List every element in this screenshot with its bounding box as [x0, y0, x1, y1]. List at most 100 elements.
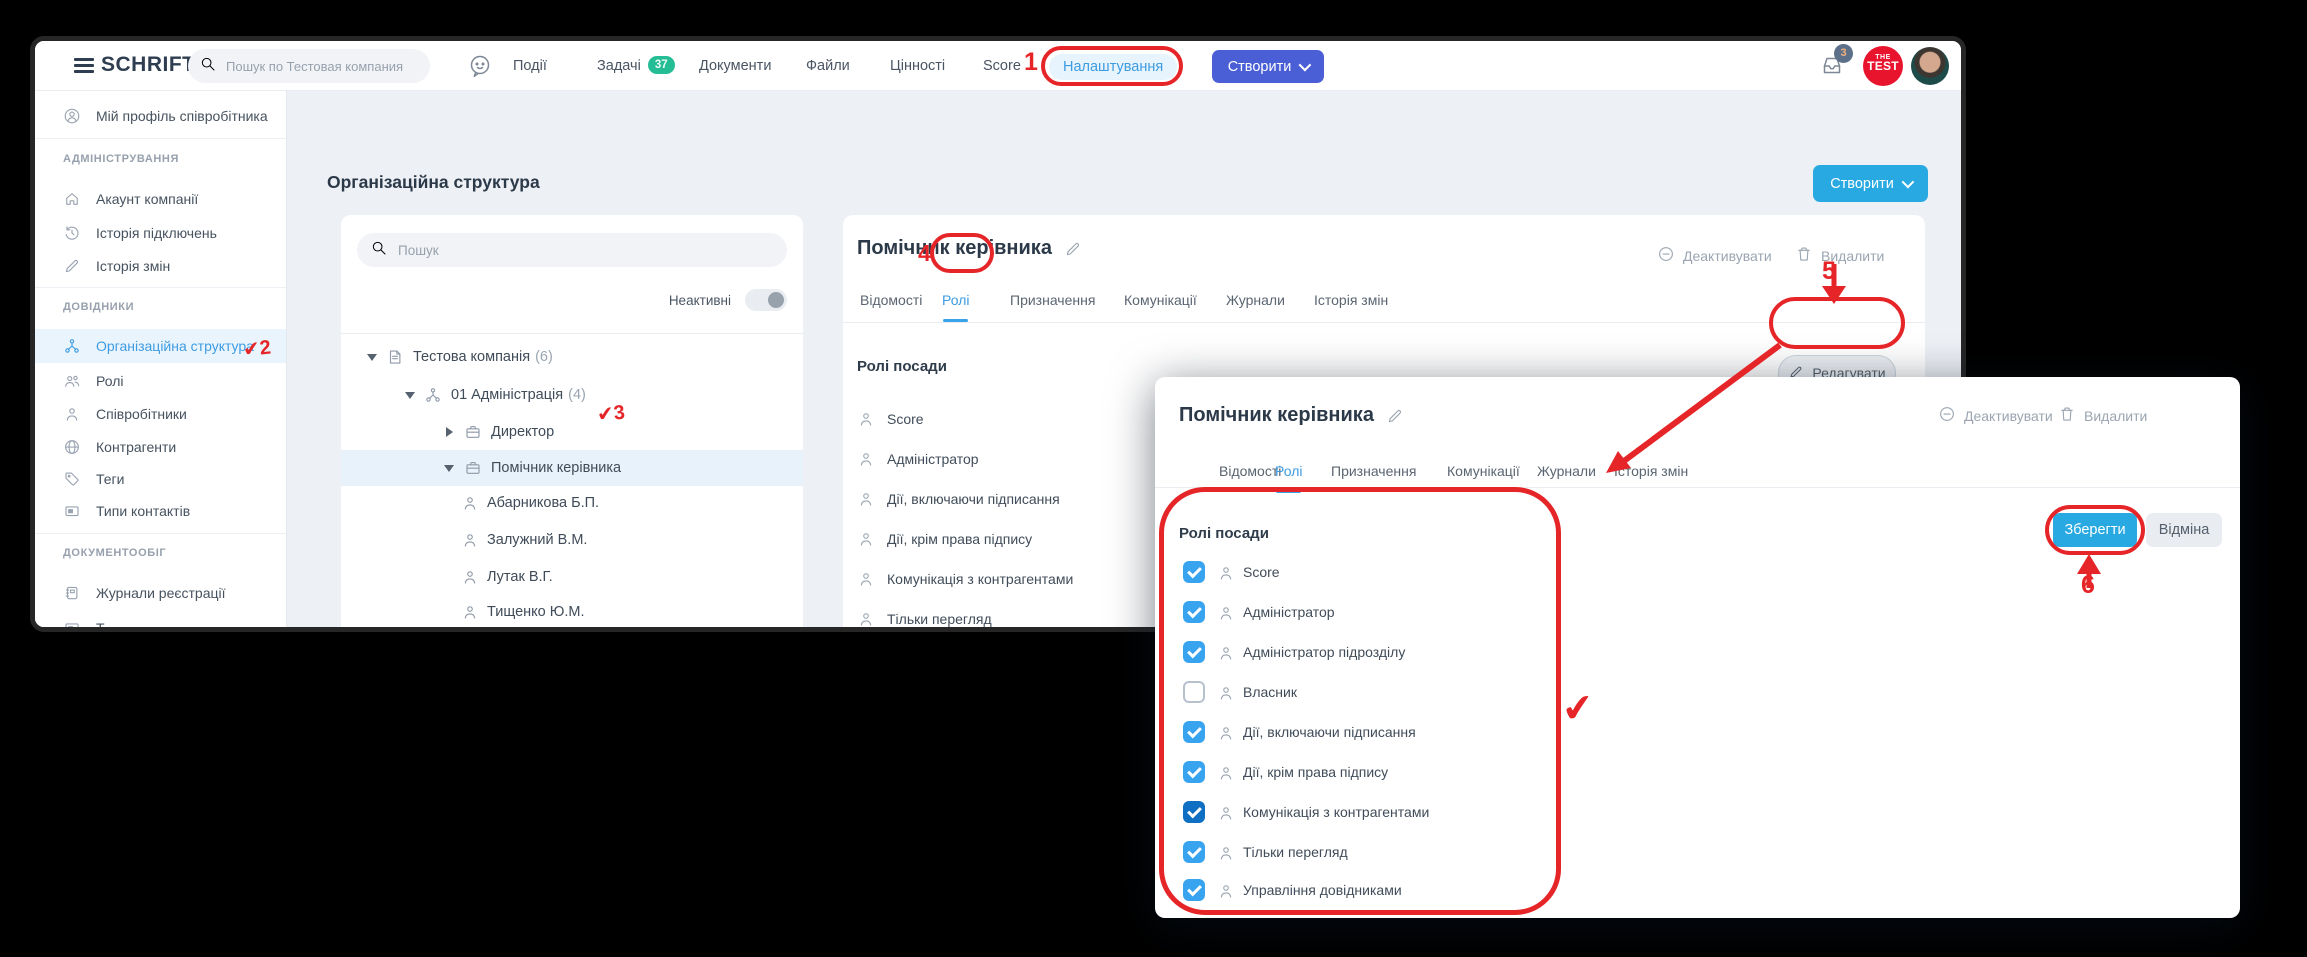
caret-right-icon[interactable]: [446, 427, 453, 437]
tree-node-administration[interactable]: 01 Адміністрація (4): [341, 377, 803, 413]
sidebar-item-contact-types[interactable]: Типи контактів: [35, 494, 287, 528]
search-icon: [200, 56, 216, 77]
chevron-down-icon: [1901, 176, 1914, 189]
checkbox[interactable]: [1183, 681, 1205, 703]
tab-zhurnaly[interactable]: Журнали: [1537, 463, 1596, 485]
chat-smiley-icon[interactable]: [468, 41, 492, 91]
divider: [35, 138, 287, 139]
pencil-icon[interactable]: [1064, 240, 1082, 258]
person-icon: [1217, 564, 1235, 582]
role-checkbox-row: Score: [1155, 557, 1855, 589]
test-company-badge[interactable]: THE TEST: [1863, 46, 1903, 86]
role-checkbox-row: Адміністратор: [1155, 597, 1855, 629]
role-checkbox-row: Комунікація з контрагентами: [1155, 797, 1855, 829]
nav-tasks[interactable]: Задачі37: [597, 41, 675, 91]
profile-circle-icon: [63, 107, 81, 125]
pencil-icon[interactable]: [1386, 407, 1404, 425]
tree-node-assistant[interactable]: Помічник керівника: [341, 450, 803, 486]
delete-button[interactable]: Видалити: [1795, 245, 1884, 266]
tree-node-director[interactable]: Директор: [341, 414, 803, 450]
globe-icon: [63, 438, 81, 456]
sidebar-item-org-structure[interactable]: Організаційна структура: [35, 329, 287, 363]
checkbox[interactable]: [1183, 721, 1205, 743]
checkbox[interactable]: [1183, 561, 1205, 583]
nav-values[interactable]: Цінності: [890, 41, 945, 91]
org-structure-icon: [424, 386, 442, 404]
caret-down-icon[interactable]: [405, 392, 415, 399]
nav-events[interactable]: Події: [513, 41, 547, 91]
tree-search[interactable]: [357, 233, 787, 267]
person-icon: [461, 494, 479, 512]
sidebar-item-my-profile[interactable]: Мій профіль співробітника: [35, 99, 287, 133]
content-create-button[interactable]: Створити: [1813, 165, 1928, 202]
tree-node-accountant[interactable]: Бухгалтер: [341, 630, 803, 632]
inactive-toggle[interactable]: [745, 289, 787, 311]
tab-komunikatsii[interactable]: Комунікації: [1124, 292, 1197, 314]
global-search[interactable]: [188, 49, 430, 83]
sidebar-item-company-account[interactable]: Акаунт компанії: [35, 182, 287, 216]
nav-files[interactable]: Файли: [806, 41, 850, 91]
checkbox[interactable]: [1183, 801, 1205, 823]
person-icon: [857, 490, 875, 508]
tree-node-employee[interactable]: Абарникова Б.П.: [341, 485, 803, 521]
deactivate-button[interactable]: Деактивувати: [1657, 245, 1772, 266]
person-icon: [63, 405, 81, 423]
role-checkbox-row: Тільки перегляд: [1155, 837, 1855, 869]
tab-istoriya-zmin[interactable]: Історія змін: [1314, 292, 1388, 314]
tree-search-input[interactable]: [396, 242, 773, 259]
sidebar-section-document-flow: ДОКУМЕНТООБІГ: [63, 547, 166, 559]
user-avatar[interactable]: [1911, 47, 1949, 85]
tree-node-employee[interactable]: Тищенко Ю.М.: [341, 594, 803, 630]
tab-vidomosti[interactable]: Відомості: [860, 292, 922, 314]
person-icon: [461, 531, 479, 549]
checkbox[interactable]: [1183, 879, 1205, 901]
sidebar-item-change-history[interactable]: Історія змін: [35, 249, 287, 283]
tab-istoriya-zmin[interactable]: Історія змін: [1614, 463, 1688, 485]
nav-documents[interactable]: Документи: [699, 41, 771, 91]
checkbox[interactable]: [1183, 601, 1205, 623]
global-search-input[interactable]: [224, 58, 418, 75]
checkbox[interactable]: [1183, 761, 1205, 783]
tab-vidomosti[interactable]: Відомості: [1219, 463, 1281, 485]
nav-settings[interactable]: Налаштування: [1049, 54, 1177, 80]
tree-node-employee[interactable]: Залужний В.М.: [341, 522, 803, 558]
person-icon: [1217, 684, 1235, 702]
tree-node-employee[interactable]: Лутак В.Г.: [341, 559, 803, 595]
tree-node-company[interactable]: Тестова компанія (6): [341, 339, 803, 375]
save-button[interactable]: Зберегти: [2053, 513, 2137, 547]
tab-pryznachennya[interactable]: Призначення: [1331, 463, 1416, 485]
divider: [1155, 487, 2240, 488]
contact-card-icon: [63, 502, 81, 520]
sidebar-item-connection-history[interactable]: Історія підключень: [35, 216, 287, 250]
sidebar-item-roles[interactable]: Ролі: [35, 364, 287, 398]
sidebar-item-employees[interactable]: Співробітники: [35, 397, 287, 431]
sidebar-item-registration-journals[interactable]: Журнали реєстрації: [35, 576, 287, 610]
cancel-button[interactable]: Відміна: [2146, 513, 2222, 547]
sidebar-item-counterparties[interactable]: Контрагенти: [35, 430, 287, 464]
caret-down-icon[interactable]: [367, 354, 377, 361]
tab-roli[interactable]: Ролі: [1275, 463, 1302, 485]
checkbox[interactable]: [1183, 841, 1205, 863]
tab-zhurnaly[interactable]: Журнали: [1226, 292, 1285, 314]
person-icon: [1217, 804, 1235, 822]
caret-down-icon[interactable]: [444, 465, 454, 472]
person-icon: [857, 610, 875, 628]
deactivate-button[interactable]: Деактивувати: [1938, 405, 2053, 426]
search-icon: [371, 240, 387, 261]
nav-score[interactable]: Score: [983, 41, 1021, 91]
sidebar-item-partial[interactable]: Т: [35, 611, 287, 627]
person-icon: [461, 568, 479, 586]
navbar-create-button[interactable]: Створити: [1212, 50, 1324, 83]
history-icon: [63, 224, 81, 242]
section-title-roles: Ролі посади: [857, 358, 947, 375]
checkbox[interactable]: [1183, 641, 1205, 663]
tab-pryznachennya[interactable]: Призначення: [1010, 292, 1095, 314]
tab-komunikatsii[interactable]: Комунікації: [1447, 463, 1520, 485]
edit-roles-panel: Помічник керівника Деактивувати Видалити…: [1155, 377, 2240, 918]
hamburger-menu-icon[interactable]: [74, 58, 94, 74]
inactive-toggle-label: Неактивні: [669, 293, 731, 308]
role-checkbox-row: Дії, крім права підпису: [1155, 757, 1855, 789]
tab-roli[interactable]: Ролі: [942, 292, 969, 314]
delete-button[interactable]: Видалити: [2058, 405, 2147, 426]
sidebar-item-tags[interactable]: Теги: [35, 462, 287, 496]
